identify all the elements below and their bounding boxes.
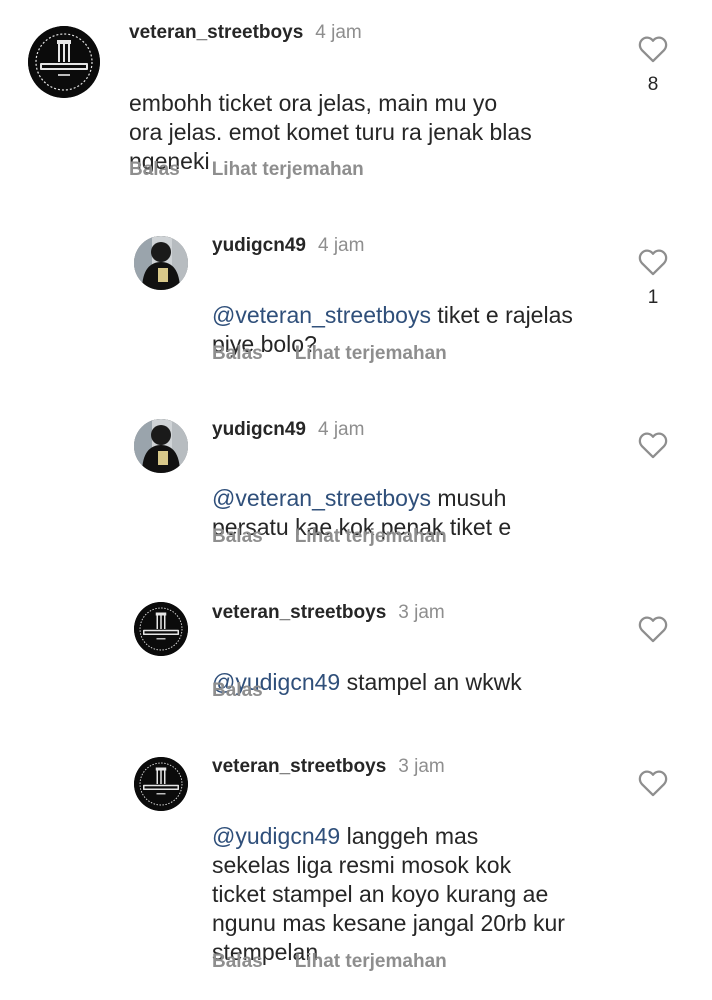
comment-timestamp: 4 jam (315, 22, 362, 43)
avatar[interactable] (134, 602, 188, 656)
person-photo-icon (134, 236, 188, 290)
comment-timestamp: 4 jam (317, 235, 365, 256)
heart-outline-icon (638, 249, 668, 276)
like-count: 1 (647, 287, 659, 308)
see-translation-button[interactable]: Lihat terjemahan (212, 159, 364, 181)
reply-button[interactable]: Balas (212, 343, 263, 365)
comment-item: yudigcn49 4 jam @veteran_streetboys musu… (0, 380, 712, 570)
comment-username[interactable]: veteran_streetboys (212, 756, 386, 778)
comment-username[interactable]: yudigcn49 (212, 419, 306, 441)
comment-item: veteran_streetboys 4 jam embohh ticket o… (0, 0, 712, 200)
comment-text: @yudigcn49 stampel an wkwk (212, 639, 622, 697)
comment-item: veteran_streetboys 3 jam @yudigcn49 stam… (0, 570, 712, 720)
comment-text: @yudigcn49 langgeh mas sekelas liga resm… (212, 793, 632, 967)
comment-timestamp: 3 jam (398, 756, 445, 777)
see-translation-button[interactable]: Lihat terjemahan (295, 526, 447, 548)
comment-timestamp: 4 jam (317, 419, 365, 440)
avatar[interactable] (134, 419, 188, 473)
comment-username[interactable]: yudigcn49 (212, 235, 306, 257)
comment-mention[interactable]: @yudigcn49 (212, 823, 340, 849)
comment-item: yudigcn49 4 jam @veteran_streetboys tike… (0, 200, 712, 380)
veteran-street-logo-icon (134, 602, 188, 656)
veteran-street-logo-icon (28, 26, 100, 98)
heart-outline-icon (638, 36, 668, 63)
avatar[interactable] (28, 26, 100, 98)
like-button[interactable] (636, 245, 670, 279)
see-translation-button[interactable]: Lihat terjemahan (295, 951, 447, 973)
heart-outline-icon (638, 770, 668, 797)
comment-item: veteran_streetboys 3 jam @yudigcn49 lang… (0, 720, 712, 1000)
see-translation-button[interactable]: Lihat terjemahan (295, 343, 447, 365)
person-photo-icon (134, 419, 188, 473)
comment-username[interactable]: veteran_streetboys (212, 602, 386, 624)
reply-button[interactable]: Balas (212, 526, 263, 548)
reply-button[interactable]: Balas (212, 680, 263, 702)
reply-button[interactable]: Balas (212, 951, 263, 973)
like-count: 8 (647, 74, 659, 95)
comment-mention[interactable]: @veteran_streetboys (212, 485, 431, 511)
comment-body: stampel an wkwk (340, 669, 522, 695)
like-button[interactable] (636, 612, 670, 646)
comment-timestamp: 3 jam (398, 602, 445, 623)
comment-username[interactable]: veteran_streetboys (129, 22, 303, 44)
like-button[interactable] (636, 428, 670, 462)
heart-outline-icon (638, 432, 668, 459)
avatar[interactable] (134, 757, 188, 811)
comment-mention[interactable]: @veteran_streetboys (212, 302, 431, 328)
like-button[interactable] (636, 766, 670, 800)
heart-outline-icon (638, 616, 668, 643)
like-button[interactable] (636, 32, 670, 66)
reply-button[interactable]: Balas (129, 159, 180, 181)
avatar[interactable] (134, 236, 188, 290)
veteran-street-logo-icon (134, 757, 188, 811)
